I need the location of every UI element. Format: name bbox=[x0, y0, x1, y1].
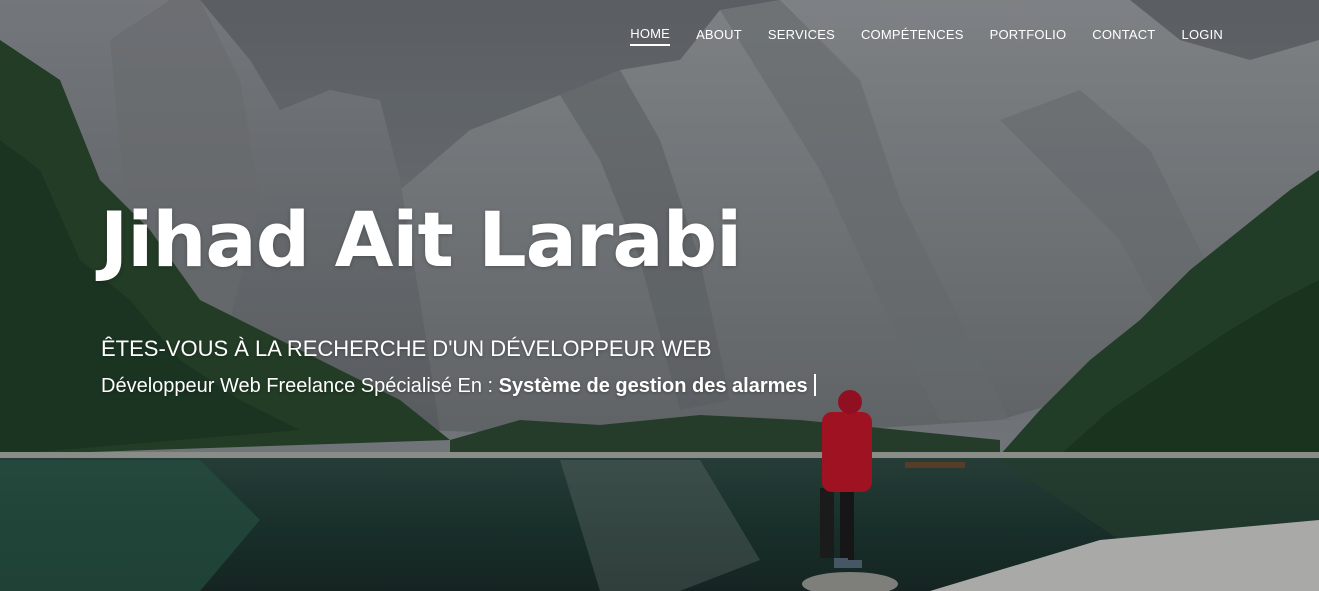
nav-login[interactable]: LOGIN bbox=[1182, 27, 1223, 45]
nav-portfolio[interactable]: PORTFOLIO bbox=[990, 27, 1067, 45]
hero-typed-text: Système de gestion des alarmes bbox=[498, 375, 808, 397]
nav-about[interactable]: ABOUT bbox=[696, 27, 742, 45]
hero-name: Jihad Ait Larabi bbox=[100, 195, 742, 284]
hero-section: HOME ABOUT SERVICES COMPÉTENCES PORTFOLI… bbox=[0, 0, 1319, 591]
hero-subtitle-prefix: Développeur Web Freelance Spécialisé En … bbox=[101, 375, 494, 397]
typing-caret bbox=[813, 374, 816, 396]
dark-overlay bbox=[0, 0, 1319, 591]
hero-tagline: ÊTES-VOUS À LA RECHERCHE D'UN DÉVELOPPEU… bbox=[101, 336, 712, 361]
main-navigation: HOME ABOUT SERVICES COMPÉTENCES PORTFOLI… bbox=[604, 26, 1223, 46]
nav-services[interactable]: SERVICES bbox=[768, 27, 835, 45]
nav-contact[interactable]: CONTACT bbox=[1092, 27, 1155, 45]
nav-home[interactable]: HOME bbox=[630, 26, 671, 46]
nav-competences[interactable]: COMPÉTENCES bbox=[861, 27, 964, 45]
hero-subtitle: Développeur Web Freelance Spécialisé En … bbox=[101, 374, 816, 398]
